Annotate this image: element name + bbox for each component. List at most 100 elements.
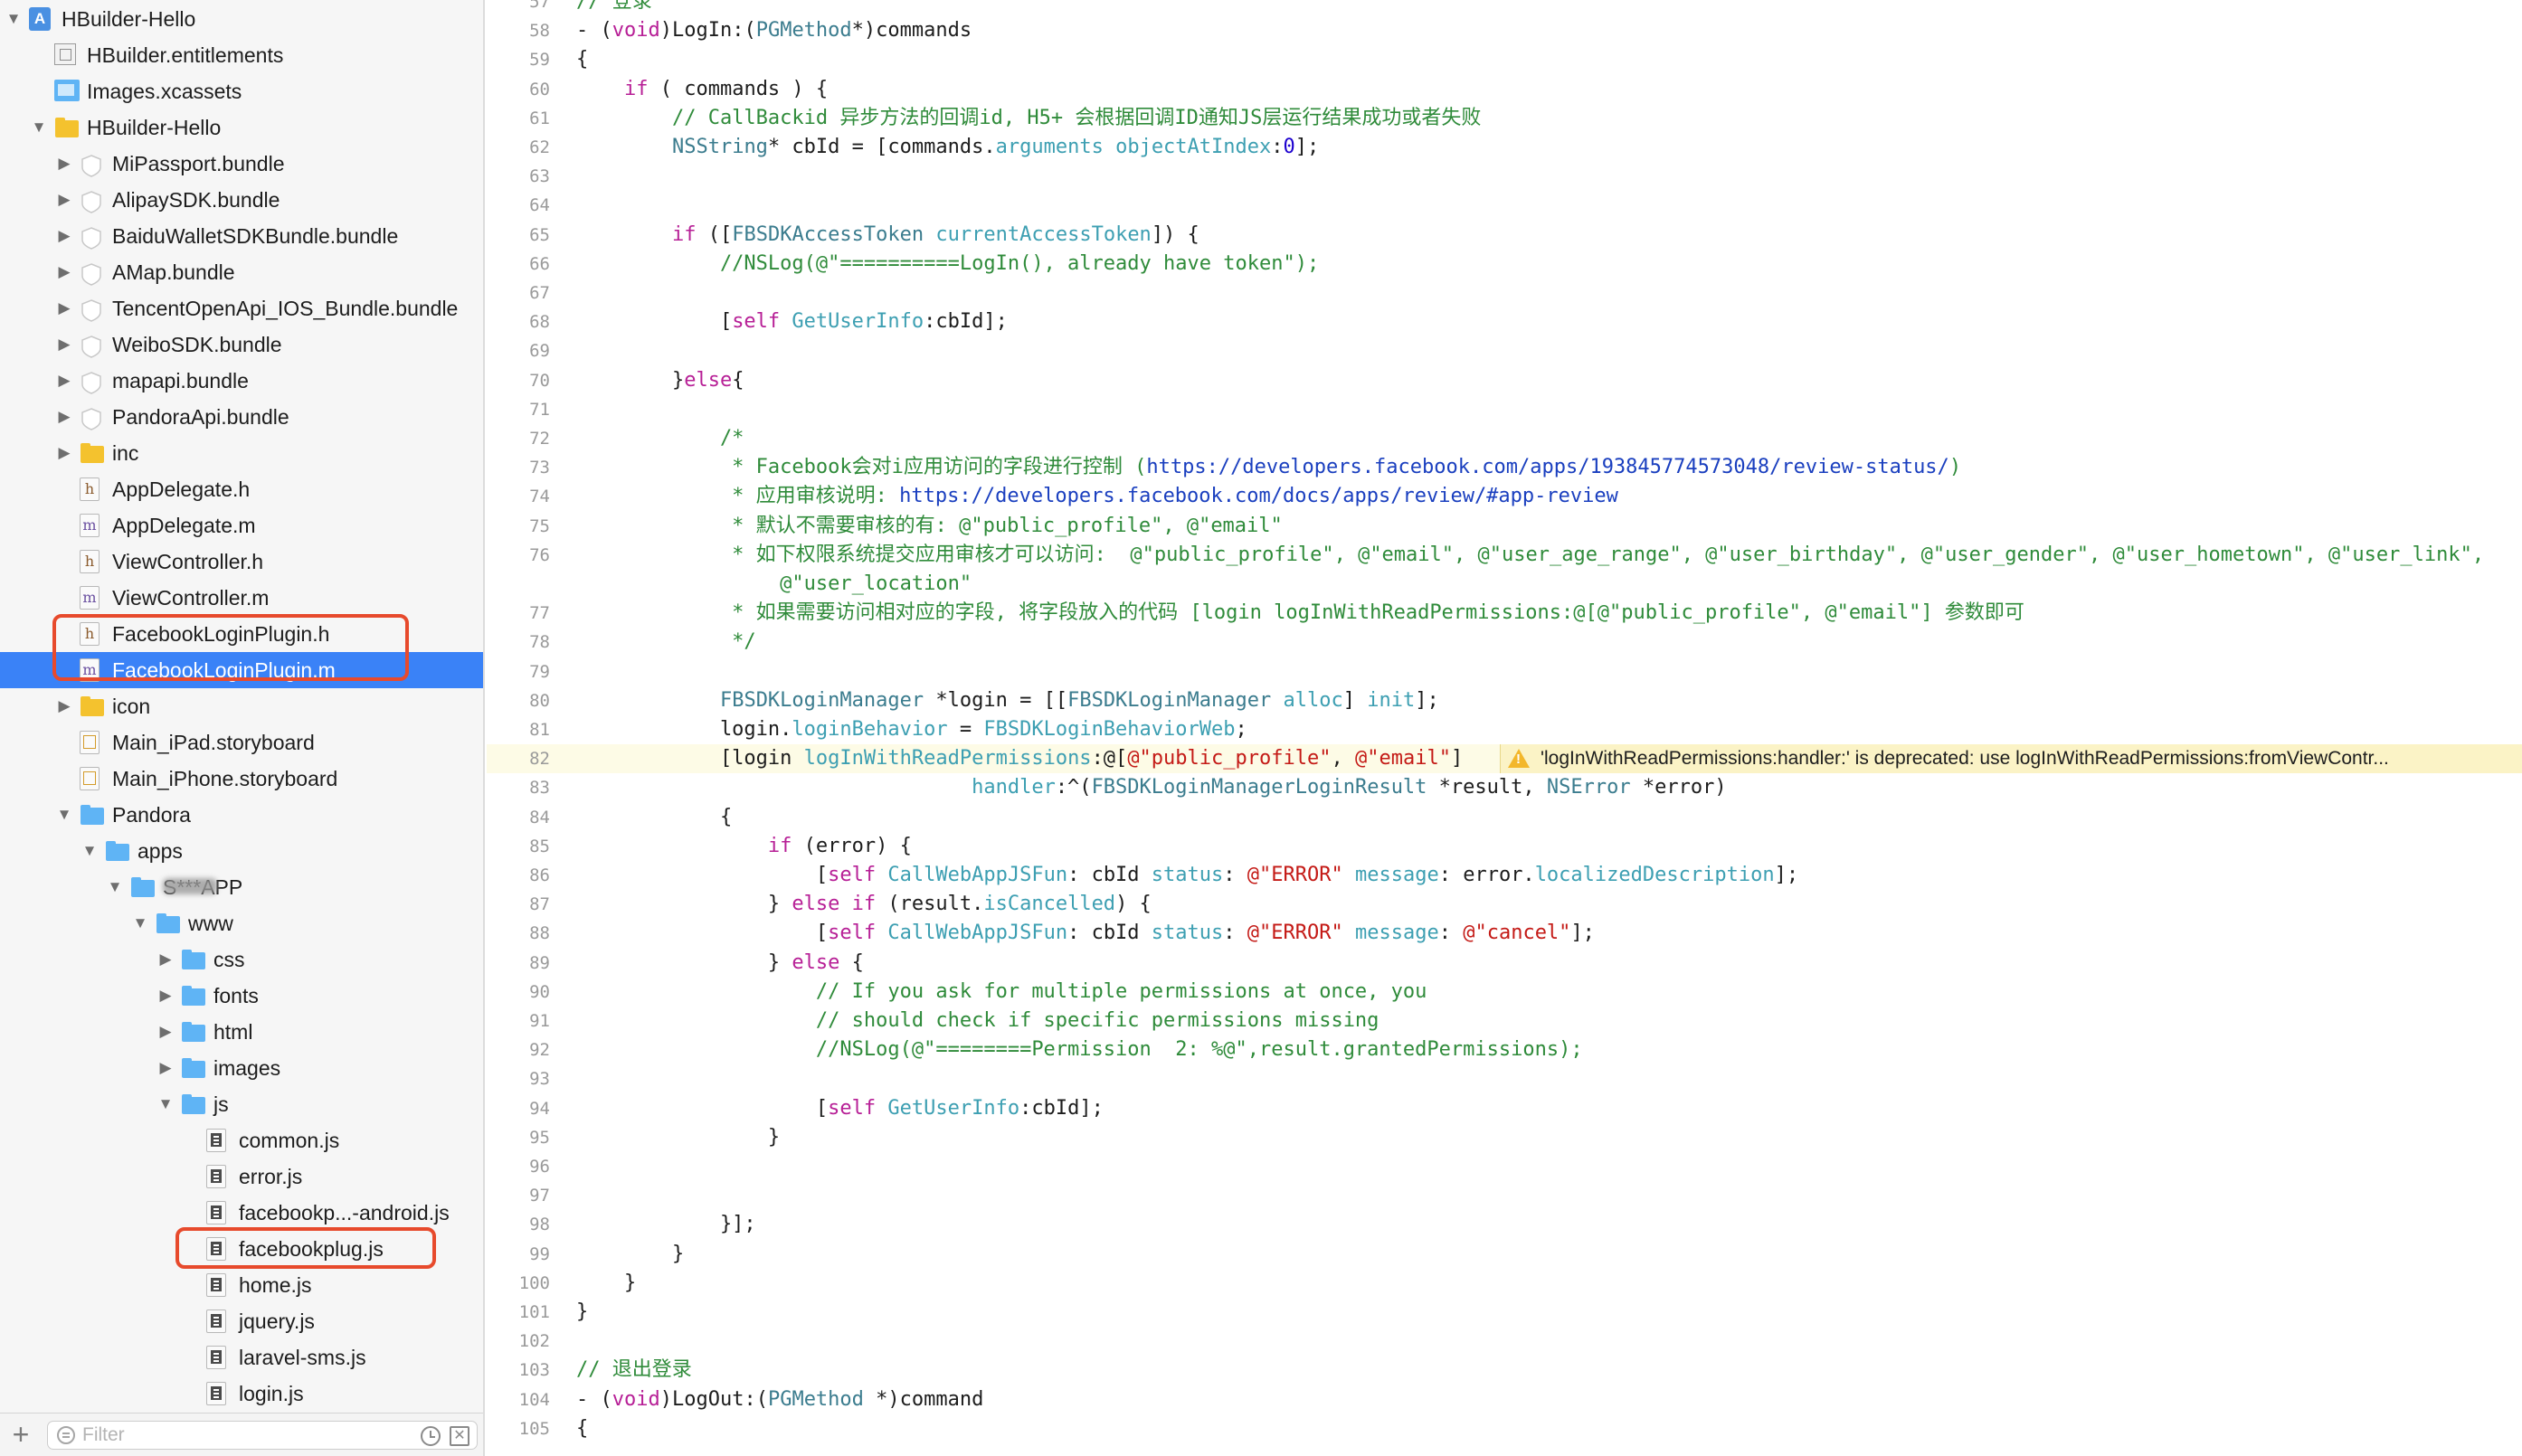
deprecation-warning[interactable]: 'logInWithReadPermissions:handler:' is d… [1500,744,2522,774]
code-line[interactable]: 60 if ( commands ) { [487,75,2522,104]
navigator-item[interactable]: home.js [0,1267,483,1303]
code-line[interactable]: 62 NSString* cbId = [commands.arguments … [487,133,2522,162]
disclosure-closed-icon[interactable]: ▶ [54,254,74,290]
navigator-item[interactable]: ▼ HBuilder-Hello [0,109,483,146]
navigator-item[interactable]: ▶ inc [0,435,483,471]
disclosure-closed-icon[interactable]: ▶ [156,978,175,1014]
add-file-button[interactable]: + [7,1417,34,1451]
disclosure-closed-icon[interactable]: ▶ [54,363,74,399]
navigator-item[interactable]: ▶ icon [0,688,483,724]
disclosure-open-icon[interactable]: ▼ [54,797,74,833]
code-line[interactable]: 83 handler:^(FBSDKLoginManagerLoginResul… [487,773,2522,802]
navigator-item[interactable]: ▶ BaiduWalletSDKBundle.bundle [0,218,483,254]
disclosure-closed-icon[interactable]: ▶ [54,399,74,435]
code-line[interactable]: 58 - (void)LogIn:(PGMethod*)commands [487,16,2522,45]
code-line[interactable]: 94 [self GetUserInfo:cbId]; [487,1094,2522,1123]
navigator-item[interactable]: jquery.js [0,1303,483,1339]
navigator-item[interactable]: h ViewController.h [0,544,483,580]
code-line[interactable]: 92 //NSLog(@"========Permission 2: %@",r… [487,1035,2522,1064]
code-line[interactable]: 99 } [487,1240,2522,1269]
disclosure-closed-icon[interactable]: ▶ [156,1014,175,1050]
recent-files-icon[interactable] [421,1426,441,1446]
disclosure-closed-icon[interactable]: ▶ [54,688,74,724]
navigator-item[interactable]: ▼ js [0,1086,483,1122]
code-line[interactable]: 102 [487,1327,2522,1356]
navigator-item[interactable]: ▶ css [0,941,483,978]
filter-field[interactable] [47,1421,478,1450]
navigator-item[interactable]: ▼ www [0,905,483,941]
navigator-item[interactable]: m ViewController.m [0,580,483,616]
code-line[interactable]: 96 [487,1152,2522,1181]
code-line[interactable]: 84 { [487,803,2522,832]
code-line[interactable]: 97 [487,1181,2522,1210]
navigator-item[interactable]: ▶ fonts [0,978,483,1014]
navigator-item[interactable]: ▼S***APP [0,869,483,905]
code-line[interactable]: 64 [487,191,2522,220]
disclosure-open-icon[interactable]: ▼ [80,833,100,869]
code-line[interactable]: 66 //NSLog(@"==========LogIn(), already … [487,250,2522,279]
code-line[interactable]: 87 } else if (result.isCancelled) { [487,890,2522,919]
code-line[interactable]: 98 }]; [487,1210,2522,1239]
code-line[interactable]: 76 * 如下权限系统提交应用审核才可以访问: @"public_profile… [487,541,2522,570]
navigator-item[interactable]: common.js [0,1122,483,1158]
code-line[interactable]: 72 /* [487,424,2522,453]
source-control-status-icon[interactable] [450,1426,469,1446]
code-line[interactable]: 71 [487,395,2522,424]
code-line[interactable]: 100 } [487,1269,2522,1298]
code-editor[interactable]: 57// 登录 58- (void)LogIn:(PGMethod*)comman… [487,0,2522,1456]
code-line[interactable]: 78 */ [487,628,2522,657]
code-line[interactable]: 95 } [487,1123,2522,1152]
navigator-item[interactable]: error.js [0,1158,483,1195]
navigator-item[interactable]: login.js [0,1376,483,1412]
navigator-item[interactable]: ▼ HBuilder-Hello [0,1,483,37]
code-line[interactable]: 101} [487,1298,2522,1327]
code-line[interactable]: 82 [login logInWithReadPermissions:@[@"p… [487,744,2522,774]
disclosure-open-icon[interactable]: ▼ [156,1086,175,1122]
disclosure-open-icon[interactable]: ▼ [130,905,150,941]
navigator-item[interactable]: facebookplug.js [0,1231,483,1267]
code-line[interactable]: 80 FBSDKLoginManager *login = [[FBSDKLog… [487,686,2522,715]
code-line[interactable]: @"user_location" [487,570,2522,599]
code-line[interactable]: 74 * 应用审核说明: https://developers.facebook… [487,482,2522,511]
navigator-item[interactable]: ▶ MiPassport.bundle [0,146,483,182]
code-line[interactable]: 88 [self CallWebAppJSFun: cbId status: @… [487,919,2522,948]
code-line[interactable]: 67 [487,279,2522,307]
disclosure-closed-icon[interactable]: ▶ [54,435,74,471]
code-line[interactable]: 85 if (error) { [487,832,2522,861]
code-line[interactable]: 91 // should check if specific permissio… [487,1007,2522,1035]
navigator-item[interactable]: ▶ mapapi.bundle [0,363,483,399]
navigator-item[interactable]: facebookp...-android.js [0,1195,483,1231]
disclosure-closed-icon[interactable]: ▶ [156,941,175,978]
navigator-item[interactable]: ▶ TencentOpenApi_IOS_Bundle.bundle [0,290,483,326]
code-line[interactable]: 59 { [487,45,2522,74]
code-line[interactable]: 103 // 退出登录 [487,1356,2522,1385]
disclosure-open-icon[interactable]: ▼ [105,869,125,905]
disclosure-closed-icon[interactable]: ▶ [54,182,74,218]
code-line[interactable]: 86 [self CallWebAppJSFun: cbId status: @… [487,861,2522,890]
navigator-item[interactable]: h FacebookLoginPlugin.h [0,616,483,652]
code-line[interactable]: 77 * 如果需要访问相对应的字段, 将字段放入的代码 [login logIn… [487,599,2522,628]
navigator-item[interactable]: ▶ AMap.bundle [0,254,483,290]
navigator-item[interactable]: m AppDelegate.m [0,507,483,544]
code-line[interactable]: 90 // If you ask for multiple permission… [487,978,2522,1007]
disclosure-closed-icon[interactable]: ▶ [54,326,74,363]
code-line[interactable]: 93 [487,1064,2522,1093]
code-line[interactable]: 57 // 登录 [487,0,2522,16]
navigator-item[interactable]: Main_iPhone.storyboard [0,761,483,797]
disclosure-closed-icon[interactable]: ▶ [54,218,74,254]
navigator-item[interactable]: ▶ images [0,1050,483,1086]
code-line[interactable]: 104 - (void)LogOut:(PGMethod *)command [487,1385,2522,1414]
navigator-item[interactable]: ▶ AlipaySDK.bundle [0,182,483,218]
navigator-item[interactable]: ▼ Pandora [0,797,483,833]
navigator-item[interactable]: ▶ html [0,1014,483,1050]
code-line[interactable]: 61 // CallBackid 异步方法的回调id, H5+ 会根据回调ID通… [487,104,2522,133]
navigator-item[interactable]: laravel-sms.js [0,1339,483,1376]
navigator-item[interactable]: Main_iPad.storyboard [0,724,483,761]
disclosure-closed-icon[interactable]: ▶ [156,1050,175,1086]
code-line[interactable]: 65 if ([FBSDKAccessToken currentAccessTo… [487,221,2522,250]
code-line[interactable]: 75 * 默认不需要审核的有: @"public_profile", @"ema… [487,512,2522,541]
filter-input[interactable] [82,1423,390,1447]
disclosure-closed-icon[interactable]: ▶ [54,146,74,182]
navigator-item[interactable]: ▼ apps [0,833,483,869]
navigator-item[interactable]: ▶ WeiboSDK.bundle [0,326,483,363]
